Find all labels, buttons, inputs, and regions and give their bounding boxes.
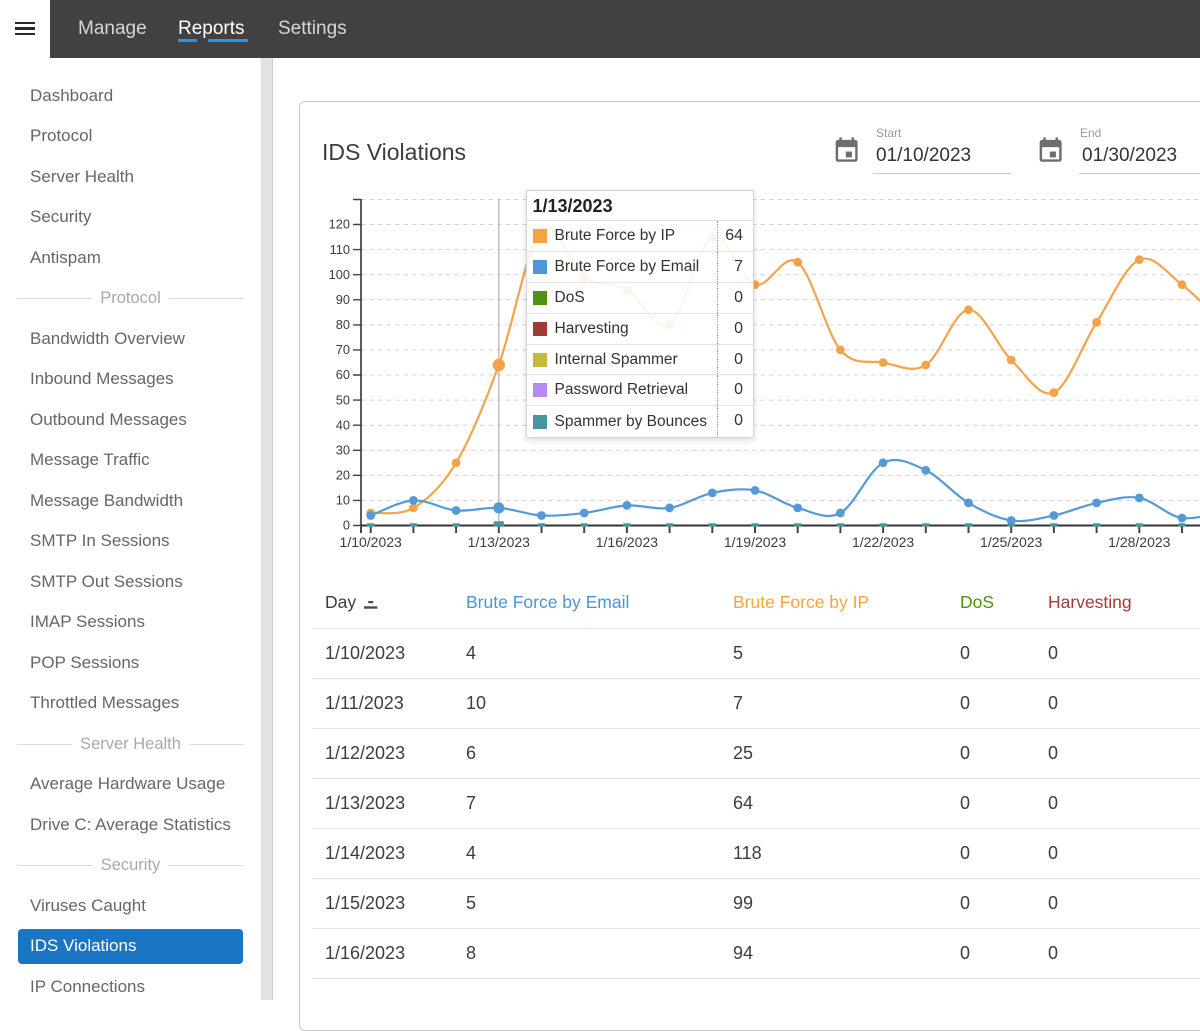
svg-text:50: 50	[336, 392, 350, 407]
svg-text:1/25/2023: 1/25/2023	[980, 534, 1042, 550]
svg-text:120: 120	[329, 217, 350, 232]
svg-text:0: 0	[343, 518, 350, 533]
svg-text:80: 80	[336, 317, 350, 332]
svg-text:100: 100	[329, 267, 350, 282]
svg-text:1/22/2023: 1/22/2023	[852, 534, 914, 550]
svg-text:110: 110	[330, 242, 350, 257]
svg-text:1/13/2023: 1/13/2023	[468, 534, 530, 550]
svg-text:60: 60	[336, 367, 350, 382]
svg-text:1/16/2023: 1/16/2023	[596, 534, 658, 550]
svg-text:70: 70	[336, 342, 350, 357]
svg-text:90: 90	[336, 292, 350, 307]
svg-text:10: 10	[336, 493, 350, 508]
svg-text:1/10/2023: 1/10/2023	[340, 534, 402, 550]
svg-text:20: 20	[336, 468, 350, 483]
svg-text:1/19/2023: 1/19/2023	[724, 534, 786, 550]
svg-text:30: 30	[336, 443, 350, 458]
svg-text:1/28/2023: 1/28/2023	[1108, 534, 1170, 550]
svg-text:40: 40	[336, 417, 350, 432]
